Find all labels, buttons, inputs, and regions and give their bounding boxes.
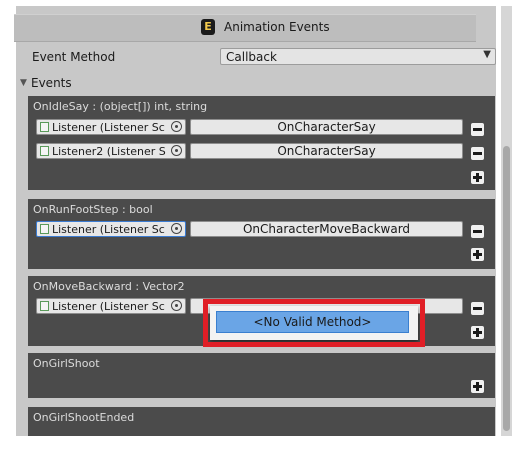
listener-method-dropdown[interactable]: OnCharacterSay	[190, 143, 463, 159]
listener-object-field[interactable]: Listener (Listener Sc	[36, 298, 186, 314]
listener-object-name: Listener (Listener Sc	[52, 223, 165, 236]
listener-object-field[interactable]: Listener (Listener Sc	[36, 119, 186, 135]
remove-listener-button[interactable]	[471, 123, 484, 136]
vertical-scrollbar[interactable]	[501, 6, 512, 436]
component-header[interactable]: E Animation Events	[14, 14, 476, 42]
listener-object-field[interactable]: Listener2 (Listener S	[36, 143, 186, 159]
script-object-icon	[40, 301, 49, 311]
scrollbar-thumb[interactable]	[503, 146, 510, 431]
listener-object-field[interactable]: Listener (Listener Sc	[36, 221, 186, 237]
event-block-onrunfootstep: OnRunFootStep : bool Listener (Listener …	[28, 199, 495, 269]
listener-object-name: Listener2 (Listener S	[52, 145, 166, 158]
inspector-window: E Animation Events Event Method Callback…	[0, 0, 516, 451]
remove-listener-button[interactable]	[471, 302, 484, 315]
event-method-dropdown[interactable]: Callback ▼	[220, 48, 496, 65]
object-picker-icon[interactable]	[171, 121, 182, 132]
chevron-down-icon: ▼	[483, 49, 491, 60]
event-signature: OnGirlShoot	[33, 357, 100, 370]
event-signature: OnGirlShootEnded	[33, 411, 135, 424]
script-icon: E	[201, 19, 215, 35]
script-object-icon	[40, 122, 49, 132]
event-method-label: Event Method	[32, 50, 116, 64]
foldout-arrow-icon[interactable]: ▼	[20, 78, 27, 88]
event-block-ongirlshoot: OnGirlShoot	[28, 353, 495, 398]
component-title: Animation Events	[224, 20, 330, 34]
script-object-icon	[40, 146, 49, 156]
add-listener-button[interactable]	[471, 248, 484, 261]
remove-listener-button[interactable]	[471, 225, 484, 238]
listener-method-dropdown[interactable]: OnCharacterMoveBackward	[190, 221, 463, 237]
object-picker-icon[interactable]	[171, 145, 182, 156]
listener-object-name: Listener (Listener Sc	[52, 121, 165, 134]
add-listener-button[interactable]	[471, 171, 484, 184]
listener-object-name: Listener (Listener Sc	[52, 300, 165, 313]
remove-listener-button[interactable]	[471, 147, 484, 160]
events-foldout-label[interactable]: Events	[31, 76, 72, 90]
add-listener-button[interactable]	[471, 380, 484, 393]
add-listener-button[interactable]	[471, 326, 484, 339]
listener-method-dropdown[interactable]: OnCharacterSay	[190, 119, 463, 135]
event-block-onidlesay: OnIdleSay : (object[]) int, string Liste…	[28, 96, 495, 190]
event-block-ongirlshootended: OnGirlShootEnded	[28, 407, 495, 436]
object-picker-icon[interactable]	[171, 223, 182, 234]
event-signature: OnMoveBackward : Vector2	[33, 280, 185, 293]
highlight-annotation	[203, 299, 425, 347]
script-object-icon	[40, 224, 49, 234]
event-signature: OnIdleSay : (object[]) int, string	[33, 100, 208, 113]
object-picker-icon[interactable]	[171, 300, 182, 311]
event-signature: OnRunFootStep : bool	[33, 203, 153, 216]
event-method-value: Callback	[226, 50, 277, 64]
